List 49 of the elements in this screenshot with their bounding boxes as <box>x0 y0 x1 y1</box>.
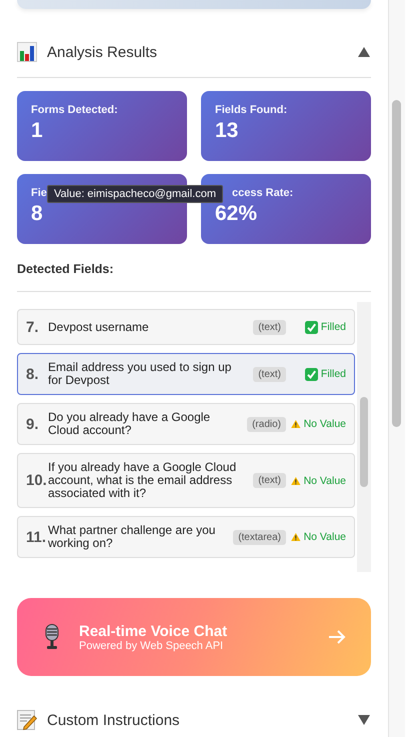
field-label: Email address you used to sign up for Devpost <box>47 361 232 387</box>
type-badge: (text) <box>253 320 286 334</box>
section-label: Detected Fields: <box>17 262 115 276</box>
status-text: Filled <box>320 321 346 333</box>
field-number: 10. <box>26 472 46 489</box>
tooltip: Value: eimispacheco@gmail.com <box>47 185 223 203</box>
field-number: 9. <box>26 416 40 432</box>
check-icon <box>304 368 318 380</box>
arrow-icon <box>328 630 346 644</box>
scrollbar[interactable] <box>389 0 405 737</box>
stat-label: Fields Found: <box>215 104 288 116</box>
status-text: Filled <box>320 368 346 380</box>
field-number: 7. <box>26 318 40 336</box>
field-number: 11. <box>26 528 46 546</box>
field-label: What partner challenge are you working on? <box>47 524 216 550</box>
status-text: No Value <box>304 474 346 486</box>
stat-value: 8 <box>31 202 43 226</box>
warning-icon <box>291 474 301 486</box>
field-number: 8. <box>26 366 40 382</box>
stat-label: Forms Detected: <box>31 104 118 116</box>
field-row[interactable]: 10. If you already have a Google Cloud account, what is the email address associated with it? (text) No Value <box>17 453 355 508</box>
microphone-icon <box>44 624 60 650</box>
caret-icon <box>358 47 370 57</box>
type-badge: (textarea) <box>233 530 286 544</box>
scrollbar[interactable] <box>357 302 371 572</box>
stat-value: 13 <box>215 119 238 143</box>
stat-value: 62% <box>215 202 258 226</box>
stat-label: ccess Rate: <box>232 187 294 199</box>
warning-icon <box>291 418 301 430</box>
field-label: Do you already have a Google Cloud account? <box>47 411 212 437</box>
bar-chart-icon <box>17 42 37 62</box>
type-badge: (radio) <box>247 416 286 432</box>
status-text: No Value <box>304 531 346 543</box>
stat-value: 1 <box>31 119 43 143</box>
field-label: Devpost username <box>47 320 150 334</box>
warning-icon <box>291 531 301 543</box>
field-label: If you already have a Google Cloud account, what is the email address associated with it? <box>47 461 238 500</box>
section-header[interactable]: Analysis Results <box>17 42 371 62</box>
stat-label: Fie <box>31 187 47 199</box>
type-badge: (text) <box>253 366 286 382</box>
type-badge: (text) <box>253 473 286 488</box>
caret-icon <box>358 715 370 725</box>
status-text: No Value <box>304 418 346 430</box>
check-icon <box>304 320 318 334</box>
field-row[interactable]: 7. Devpost username (text) Filled <box>17 309 355 345</box>
notepad-pencil-icon <box>17 710 37 730</box>
field-row[interactable]: 9. Do you already have a Google Cloud account? (radio) No Value <box>17 403 355 445</box>
field-row[interactable]: 8. Email address you used to sign up for Devpost (text) Filled <box>17 353 355 395</box>
section-header[interactable]: Custom Instructions <box>17 710 371 730</box>
